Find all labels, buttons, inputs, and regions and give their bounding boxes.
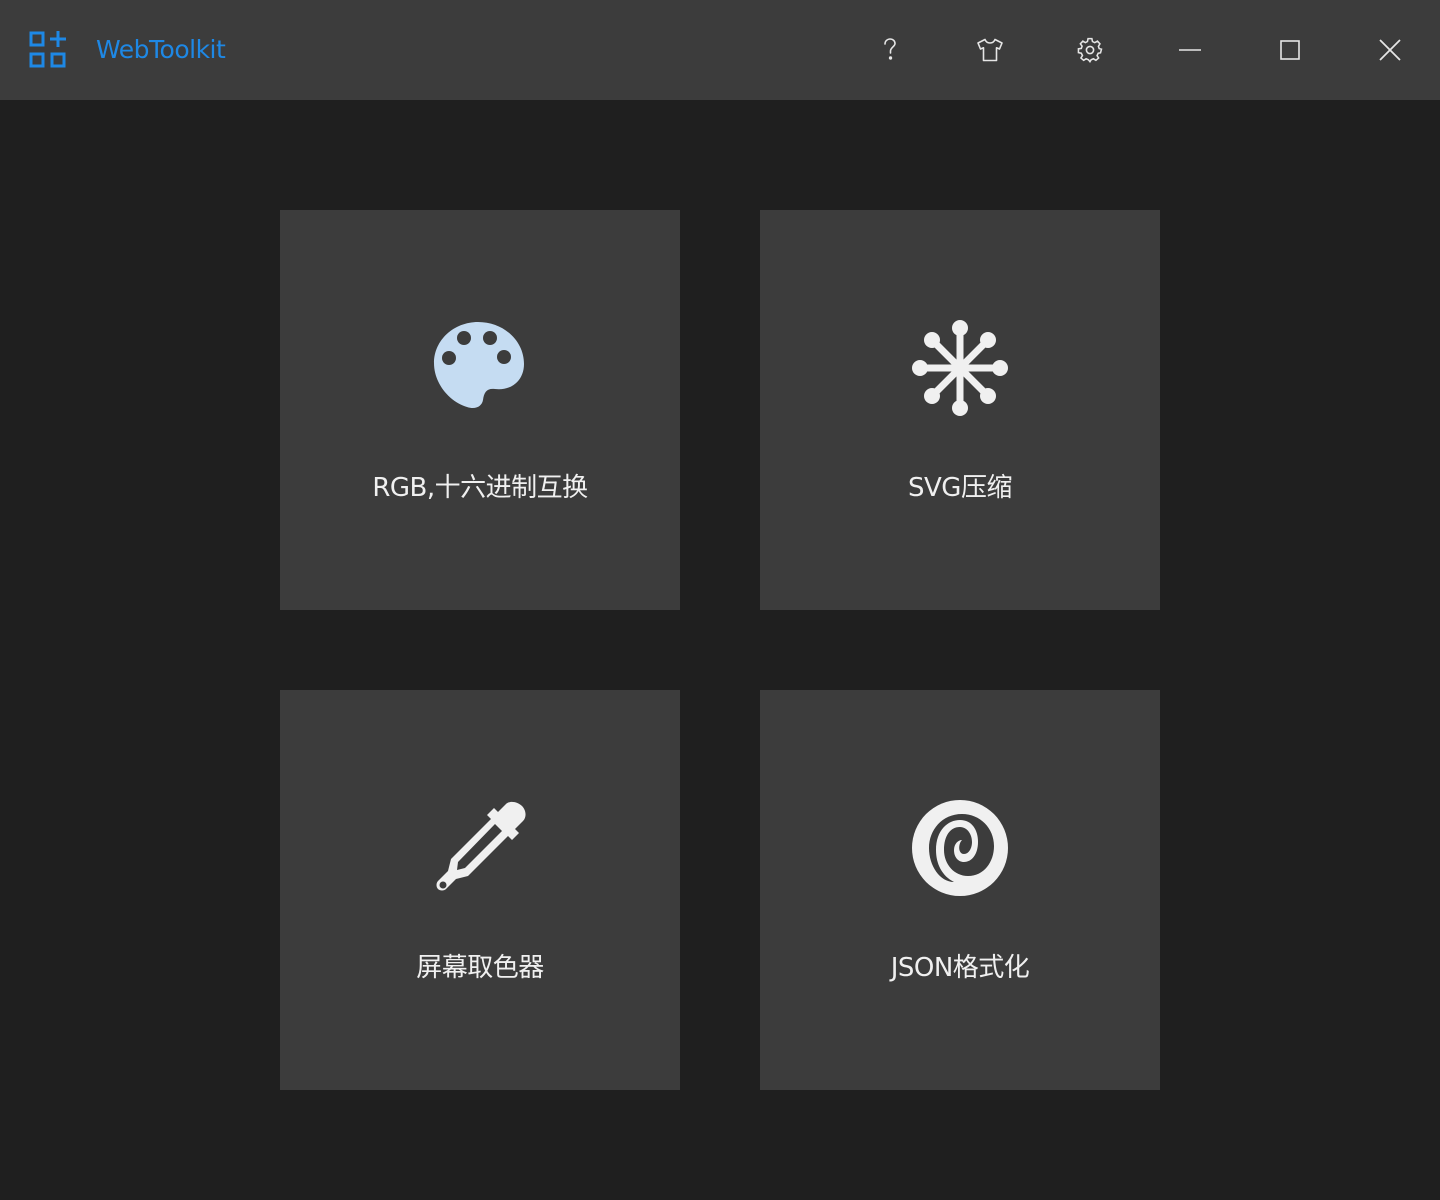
tool-card-rgb-hex[interactable]: RGB,十六进制互换	[280, 210, 680, 610]
tool-label-svg-compress: SVG压缩	[908, 473, 1012, 503]
title-bar: WebToolkit	[0, 0, 1440, 100]
maximize-button[interactable]	[1260, 20, 1320, 80]
tool-card-json-format[interactable]: JSON格式化	[760, 690, 1160, 1090]
maximize-icon	[1280, 40, 1300, 60]
close-icon	[1379, 39, 1401, 61]
eyedropper-icon	[432, 800, 528, 896]
help-icon	[880, 37, 900, 63]
app-logo-icon	[29, 31, 67, 69]
gear-icon	[1077, 37, 1103, 63]
tool-label-rgb-hex: RGB,十六进制互换	[372, 473, 588, 503]
tool-label-color-picker: 屏幕取色器	[416, 953, 544, 983]
close-button[interactable]	[1360, 20, 1420, 80]
settings-button[interactable]	[1060, 20, 1120, 80]
tool-grid: RGB,十六进制互换 SVG压缩 屏幕取色器 JSON格式化	[0, 100, 1440, 1200]
tshirt-icon	[976, 38, 1004, 62]
help-button[interactable]	[860, 20, 920, 80]
tool-card-color-picker[interactable]: 屏幕取色器	[280, 690, 680, 1090]
theme-button[interactable]	[960, 20, 1020, 80]
minimize-icon	[1178, 48, 1202, 52]
asterisk-icon	[912, 320, 1008, 416]
app-title: WebToolkit	[96, 35, 226, 64]
tool-label-json-format: JSON格式化	[890, 953, 1030, 983]
tool-card-svg-compress[interactable]: SVG压缩	[760, 210, 1160, 610]
palette-icon	[432, 320, 528, 416]
minimize-button[interactable]	[1160, 20, 1220, 80]
json-logo-icon	[912, 800, 1008, 896]
